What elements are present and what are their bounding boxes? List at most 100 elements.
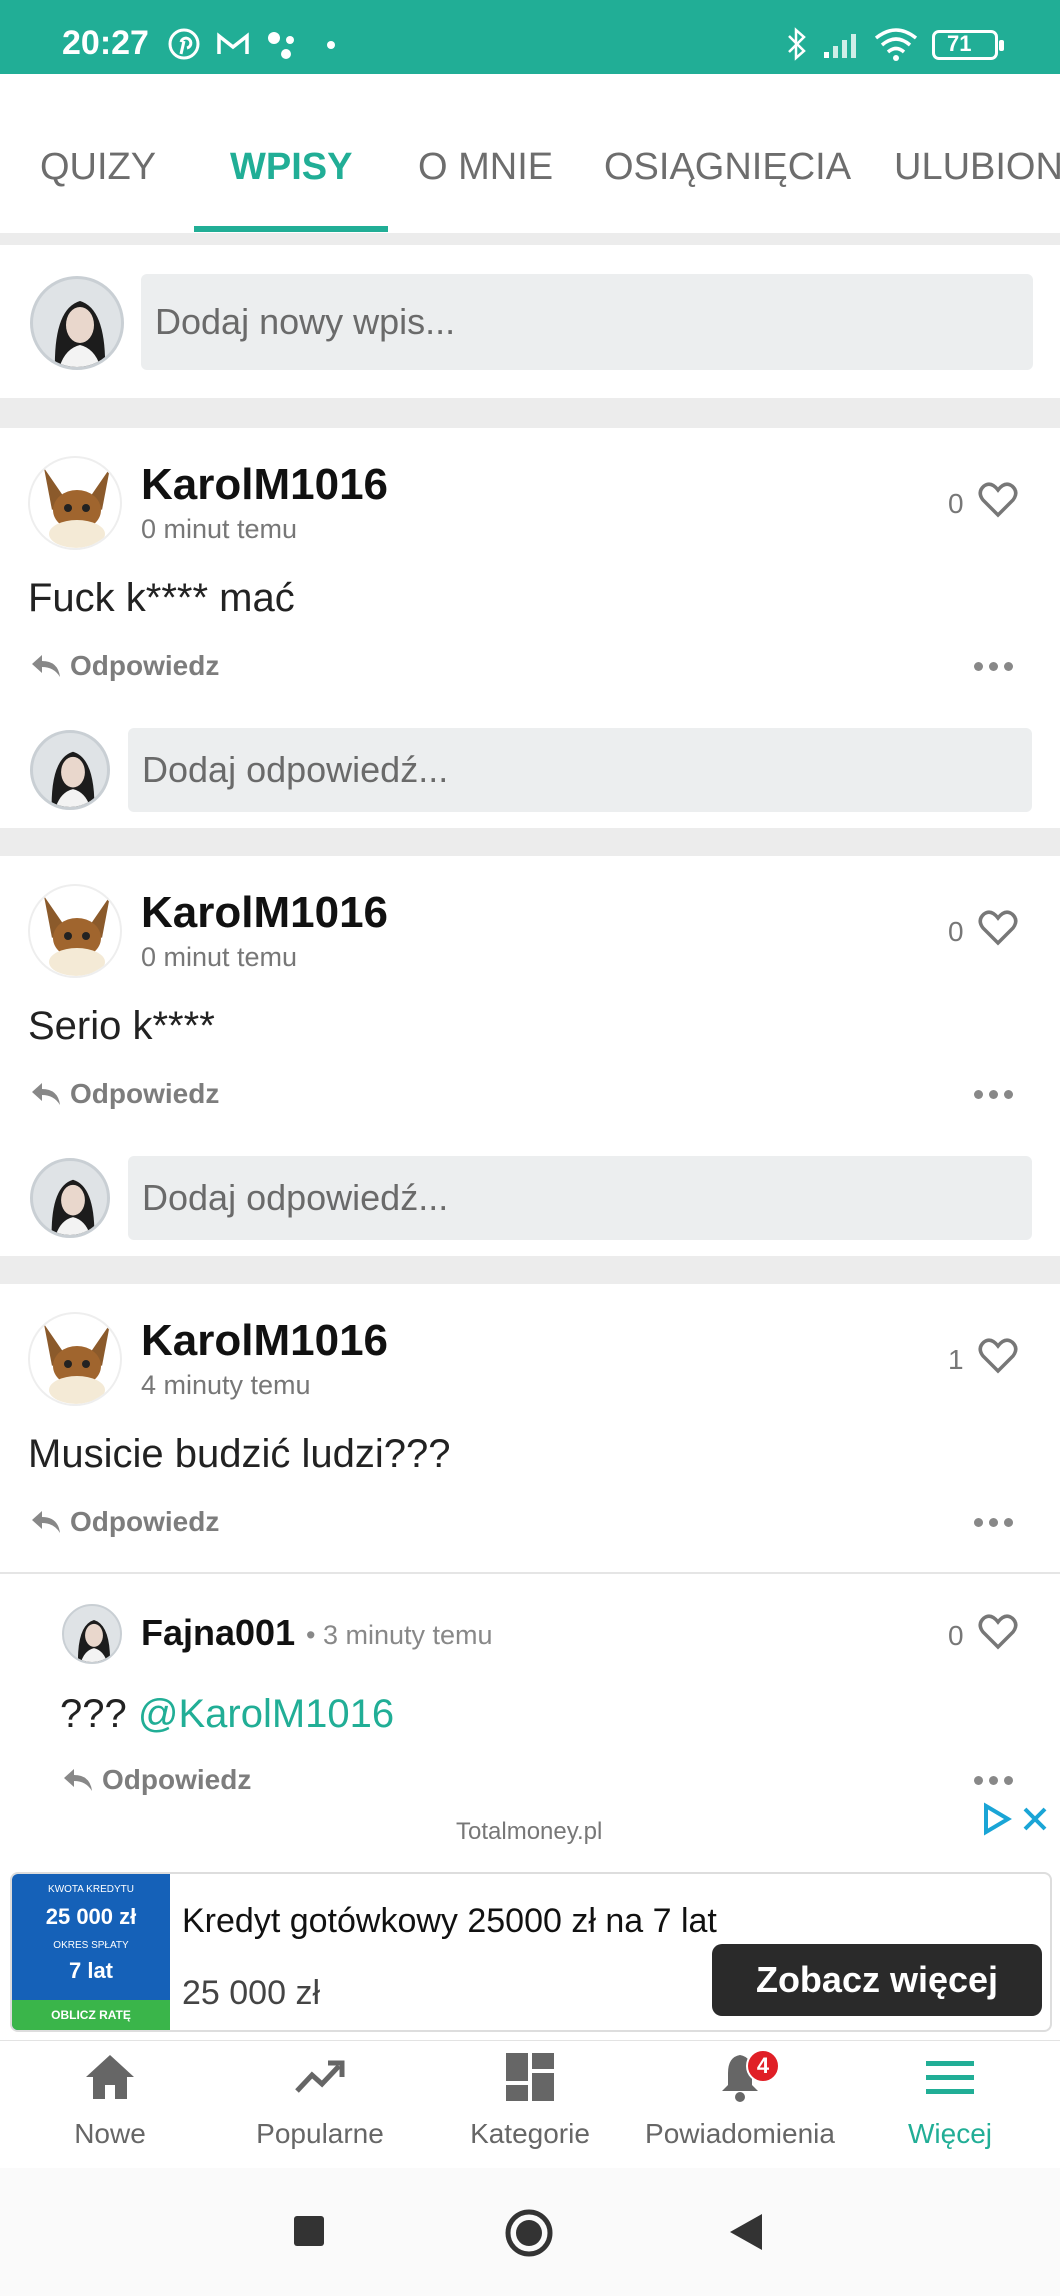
mention-link[interactable]: @KarolM1016 [138,1692,394,1736]
post-author[interactable]: KarolM1016 [141,460,388,510]
more-options-icon[interactable] [974,662,1014,674]
divider [0,1256,1060,1284]
reply-button[interactable]: Odpowiedz [30,1506,219,1538]
nav-kategorie[interactable]: Kategorie [424,2041,636,2169]
post-card: KarolM1016 0 minut temu 0 Fuck k**** mać… [0,428,1060,828]
profile-tabs: QUIZY WPISY O MNIE OSIĄGNIĘCIA ULUBION [0,74,1060,234]
avatar[interactable] [30,1158,110,1238]
tab-osiagniecia[interactable]: OSIĄGNIĘCIA [604,146,851,189]
ad-price: 25 000 zł [182,1974,320,2012]
user-avatar-image [51,751,95,807]
new-post-placeholder: Dodaj nowy wpis... [155,301,456,342]
post-text: Serio k**** [28,1004,215,1048]
reply-button[interactable]: Odpowiedz [30,1078,219,1110]
signal-icon [824,34,856,58]
post-text: Fuck k**** mać [28,576,295,620]
reply-label: Odpowiedz [70,650,220,681]
trending-icon [295,2060,345,2093]
tab-o-mnie[interactable]: O MNIE [418,146,553,189]
ad-title[interactable]: Kredyt gotówkowy 25000 zł na 7 lat [182,1902,717,1941]
reply-placeholder: Dodaj odpowiedź... [142,1177,449,1218]
author-avatar[interactable] [28,456,122,550]
avatar[interactable] [30,276,124,370]
user-avatar-image [78,1620,110,1662]
user-avatar-image [51,1179,95,1235]
close-icon[interactable] [1022,1806,1048,1832]
heart-icon[interactable] [978,1338,1018,1374]
reply-icon [64,1769,92,1791]
reply-icon [32,1083,60,1105]
nav-popularne[interactable]: Popularne [214,2041,426,2169]
nav-wiecej[interactable]: Więcej [844,2041,1056,2169]
reply-icon [32,1511,60,1533]
new-post-input[interactable]: Dodaj nowy wpis... [141,274,1033,370]
divider [0,828,1060,856]
ad-thumbnail[interactable]: KWOTA KREDYTU 25 000 zł OKRES SPŁATY 7 l… [12,1874,170,2030]
reply-button[interactable]: Odpowiedz [30,650,219,682]
nav-label: Kategorie [470,2118,590,2149]
more-options-icon[interactable] [974,1518,1014,1530]
post-card: KarolM1016 0 minut temu 0 Serio k**** Od… [0,856,1060,1256]
post-card: KarolM1016 4 minuty temu 1 Musicie budzi… [0,1284,1060,1574]
tab-ulubione[interactable]: ULUBION [894,146,1060,189]
reply-placeholder: Dodaj odpowiedź... [142,749,449,790]
comment-text: ??? @KarolM1016 [60,1692,394,1737]
reply-input[interactable]: Dodaj odpowiedź... [128,728,1032,812]
eevee-avatar-image [44,468,110,548]
ad-cta-button[interactable]: Zobacz więcej [712,1944,1042,2016]
bottom-navigation: Nowe Popularne Kategorie 4 Powiadomienia… [0,2040,1060,2168]
dot-icon [327,41,335,49]
divider [0,398,1060,428]
avatar[interactable] [30,730,110,810]
eevee-avatar-image [44,1324,110,1404]
more-options-icon[interactable] [974,1776,1014,1788]
comment-author[interactable]: Fajna001 [141,1612,295,1654]
ad-banner[interactable]: KWOTA KREDYTU 25 000 zł OKRES SPŁATY 7 l… [10,1872,1052,2032]
like-count: 0 [948,1620,964,1651]
nav-powiadomienia[interactable]: 4 Powiadomienia [634,2041,846,2169]
home-button-icon[interactable] [504,2208,554,2258]
heart-icon[interactable] [978,1614,1018,1650]
user-avatar-image [54,301,106,367]
ad-source[interactable]: Totalmoney.pl [456,1818,602,1846]
recents-icon[interactable] [292,2214,326,2248]
post-text: Musicie budzić ludzi??? [28,1432,451,1476]
more-options-icon[interactable] [974,1090,1014,1102]
post-author[interactable]: KarolM1016 [141,888,388,938]
gmail-icon [217,32,249,54]
heart-icon[interactable] [978,482,1018,518]
post-time: 0 minut temu [141,514,298,544]
active-tab-indicator [194,226,388,232]
post-time: 0 minut temu [141,942,298,972]
status-bar: 20:27 71 [0,0,1060,74]
post-time: 4 minuty temu [141,1370,311,1400]
author-avatar[interactable] [28,884,122,978]
reply-button[interactable]: Odpowiedz [62,1764,251,1796]
like-count: 0 [948,488,964,519]
comment-card: Fajna001 • 3 minuty temu 0 ??? @KarolM10… [0,1574,1060,1808]
reply-label: Odpowiedz [70,1078,220,1109]
reply-label: Odpowiedz [102,1764,252,1795]
commenter-avatar[interactable] [62,1604,122,1664]
wifi-icon [874,28,918,61]
menu-icon [926,2061,974,2094]
reply-label: Odpowiedz [70,1506,220,1537]
home-icon [86,2055,134,2099]
reply-input[interactable]: Dodaj odpowiedź... [128,1156,1032,1240]
like-count: 1 [948,1344,964,1375]
battery-icon: 71 [932,30,1004,60]
bluetooth-icon [788,27,806,61]
comment-text-prefix: ??? [60,1692,127,1736]
tab-wpisy[interactable]: WPISY [230,146,352,189]
like-count: 0 [948,916,964,947]
adchoices-icon[interactable] [980,1802,1014,1836]
nav-nowe[interactable]: Nowe [4,2041,216,2169]
ad-thumb-value: 25 000 zł [45,1904,137,1929]
back-icon[interactable] [728,2212,764,2252]
tab-quizy[interactable]: QUIZY [40,146,156,189]
heart-icon[interactable] [978,910,1018,946]
author-avatar[interactable] [28,1312,122,1406]
battery-level: 71 [947,31,972,56]
post-author[interactable]: KarolM1016 [141,1316,388,1366]
eevee-avatar-image [44,896,110,976]
